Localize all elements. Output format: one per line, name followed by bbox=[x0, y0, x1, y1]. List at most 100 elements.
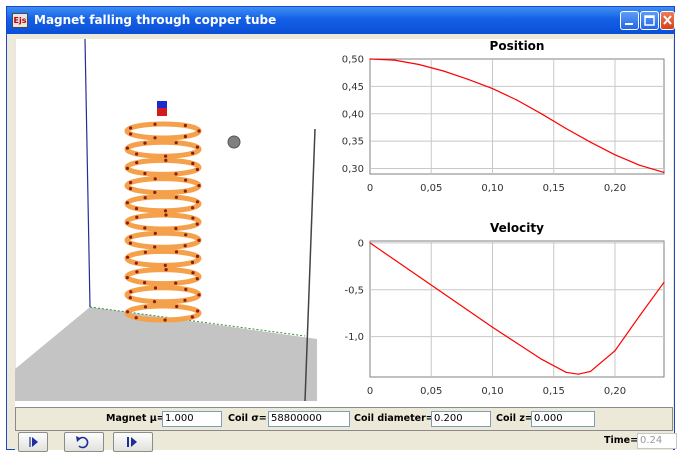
play-button[interactable] bbox=[18, 432, 48, 452]
x-tick-label: 0,05 bbox=[420, 183, 442, 194]
chart-title: Position bbox=[490, 39, 545, 53]
data-point bbox=[638, 164, 641, 166]
reset-button[interactable] bbox=[64, 432, 104, 452]
coil-diameter-label: Coil diameter= bbox=[354, 413, 434, 424]
coil-charge-dot bbox=[195, 254, 200, 258]
data-point bbox=[467, 309, 469, 311]
coil-charge-dot bbox=[143, 305, 148, 309]
x-tick-label: 0,10 bbox=[481, 183, 503, 194]
coil-charge-dot bbox=[195, 167, 199, 172]
coil-charge-dot bbox=[175, 304, 179, 309]
coil-charge-dot bbox=[129, 235, 133, 239]
coil-charge-dot bbox=[129, 126, 133, 130]
x-tick-label: 0,15 bbox=[543, 386, 565, 397]
data-point bbox=[418, 63, 420, 66]
data-point bbox=[393, 259, 396, 261]
step-button[interactable] bbox=[113, 432, 153, 452]
data-point bbox=[369, 58, 371, 60]
coil-charge-dot bbox=[128, 296, 132, 300]
coil-charge-dot bbox=[163, 209, 168, 213]
coil-charge-dot bbox=[197, 129, 201, 133]
y-tick-label: 0 bbox=[358, 238, 364, 249]
coil-charge-dot bbox=[183, 134, 187, 139]
x-tick-label: 0,10 bbox=[481, 386, 503, 397]
magnet-north bbox=[157, 101, 167, 108]
frame-edge-left bbox=[84, 39, 91, 308]
data-point bbox=[516, 342, 518, 344]
coil-charge-dot bbox=[153, 177, 157, 181]
copper-coil bbox=[124, 121, 202, 323]
coil-charge-dot bbox=[196, 309, 200, 313]
coil-charge-dot bbox=[128, 187, 133, 191]
coil-charge-dot bbox=[164, 213, 168, 217]
coil-charge-dot bbox=[164, 158, 168, 162]
position-chart: Position 0 0,05 0,10 0,15 0,20 0,50 0,45 0,40 0,3… bbox=[342, 39, 665, 194]
coil-charge-dot bbox=[174, 250, 179, 254]
magnet-south bbox=[157, 108, 167, 116]
coil-charge-dot bbox=[183, 298, 187, 302]
scene-svg bbox=[15, 39, 317, 402]
coil-charge-dot bbox=[183, 244, 187, 248]
coil-charge-dot bbox=[191, 161, 195, 166]
coil-charge-dot bbox=[153, 122, 157, 126]
coil-charge-dot bbox=[134, 316, 138, 320]
title-bar[interactable]: Ejs Magnet falling through copper tube bbox=[7, 7, 675, 34]
coil-charge-dot bbox=[197, 293, 201, 297]
coil-charge-dot bbox=[191, 151, 195, 155]
data-point bbox=[565, 371, 567, 373]
magnet-mu-field[interactable]: 1.000 bbox=[162, 411, 222, 427]
coil-charge-dot bbox=[195, 222, 199, 226]
coil-charge-dot bbox=[163, 263, 167, 267]
coil-z-field[interactable]: 0.000 bbox=[531, 411, 595, 427]
y-tick-label: 0,50 bbox=[342, 55, 364, 66]
coil-sigma-field[interactable]: 58800000 bbox=[268, 411, 350, 427]
coil-charge-dot bbox=[135, 270, 139, 274]
coil-charge-dot bbox=[143, 250, 147, 254]
data-point bbox=[540, 113, 543, 115]
time-label: Time= bbox=[604, 435, 639, 446]
control-bar: Time= 0.24 bbox=[15, 431, 677, 452]
coil-charge-dot bbox=[163, 318, 167, 322]
y-tick-label: -1,0 bbox=[344, 332, 364, 343]
coil-charge-dot bbox=[125, 255, 130, 259]
coil-charge-dot bbox=[143, 196, 147, 200]
coil-charge-dot bbox=[197, 238, 201, 242]
coil-charge-dot bbox=[134, 206, 139, 211]
data-point bbox=[614, 154, 616, 156]
coil-charge-dot bbox=[125, 146, 129, 150]
minimize-button[interactable] bbox=[620, 11, 639, 30]
coil-charge-dot bbox=[129, 290, 133, 294]
coil-charge-dot bbox=[135, 215, 139, 219]
x-tick-label: 0 bbox=[367, 183, 373, 194]
window-title: Magnet falling through copper tube bbox=[34, 13, 277, 27]
coil-charge-dot bbox=[184, 287, 188, 291]
close-button[interactable] bbox=[660, 11, 675, 30]
coil-charge-dot bbox=[174, 281, 178, 285]
coil-charge-dot bbox=[164, 154, 168, 158]
data-point bbox=[577, 373, 579, 375]
step-icon bbox=[127, 437, 137, 447]
close-icon bbox=[663, 15, 672, 25]
reset-icon bbox=[76, 436, 89, 449]
coil-charge-dot bbox=[174, 172, 178, 176]
maximize-button[interactable] bbox=[640, 11, 659, 30]
coil-charge-dot bbox=[191, 206, 195, 210]
coil-charge-dot bbox=[174, 195, 178, 199]
coil-charge-dot bbox=[174, 141, 178, 145]
y-tick-label: 0,30 bbox=[342, 164, 364, 175]
coil-sigma-label: Coil σ= bbox=[228, 413, 267, 424]
y-tick-label: -0,5 bbox=[344, 285, 364, 296]
maximize-icon bbox=[644, 15, 655, 26]
coil-charge-dot bbox=[195, 277, 199, 281]
coil-charge-dot bbox=[153, 286, 158, 290]
x-tick-label: 0,20 bbox=[604, 183, 626, 194]
x-tick-label: 0,05 bbox=[420, 386, 442, 397]
coil-charge-dot bbox=[135, 161, 139, 165]
x-tick-label: 0,20 bbox=[604, 386, 626, 397]
coil-diameter-field[interactable]: 0.200 bbox=[431, 411, 491, 427]
x-tick-label: 0 bbox=[367, 386, 373, 397]
coil-charge-dot bbox=[125, 276, 129, 280]
coil-ring bbox=[124, 285, 202, 305]
simulation-3d-view[interactable] bbox=[15, 39, 317, 407]
coil-charge-dot bbox=[191, 216, 195, 220]
